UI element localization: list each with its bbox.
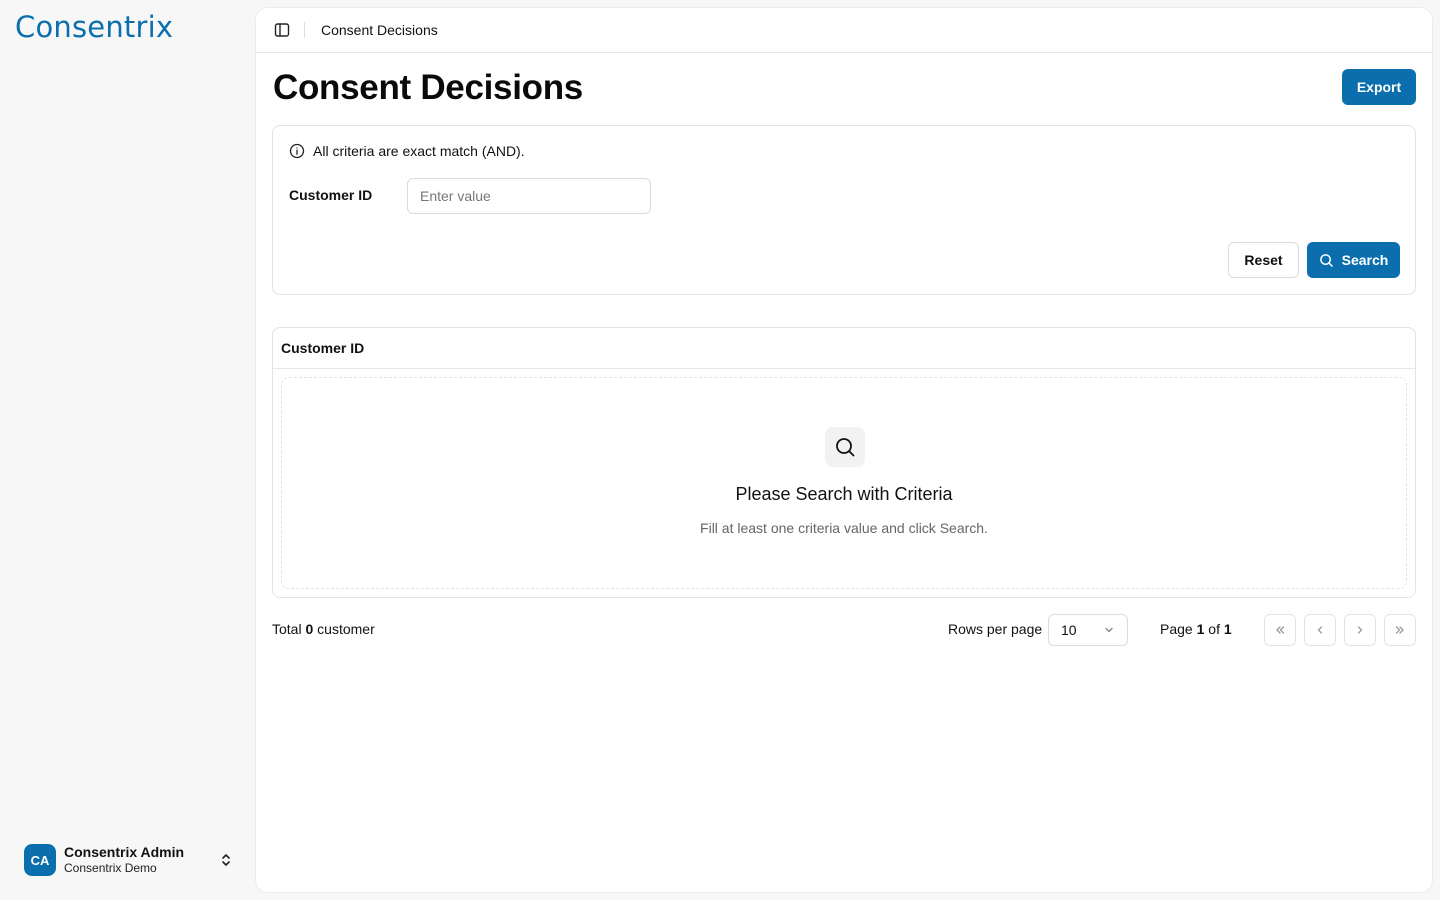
criteria-info-text: All criteria are exact match (AND). — [313, 143, 525, 159]
column-header-customer-id[interactable]: Customer ID — [273, 328, 1415, 369]
reset-button[interactable]: Reset — [1228, 242, 1299, 278]
customer-id-label: Customer ID — [289, 187, 373, 203]
chevron-right-icon — [1357, 626, 1363, 634]
topbar-divider — [304, 22, 305, 38]
next-page-button[interactable] — [1344, 614, 1376, 646]
criteria-info: All criteria are exact match (AND). — [289, 143, 525, 159]
chevrons-left-icon — [1276, 626, 1285, 634]
user-info: Consentrix Admin Consentrix Demo — [64, 844, 184, 875]
topbar: Consent Decisions — [256, 8, 1432, 53]
customer-id-input[interactable] — [407, 178, 651, 214]
page-of: of — [1208, 621, 1220, 637]
page-indicator: Page 1 of 1 — [1160, 621, 1232, 637]
page-title: Consent Decisions — [273, 68, 583, 107]
chevrons-up-down-icon — [222, 854, 230, 866]
first-page-button[interactable] — [1264, 614, 1296, 646]
empty-state-title: Please Search with Criteria — [735, 484, 953, 504]
last-page-button[interactable] — [1384, 614, 1416, 646]
total-value: 0 — [305, 621, 314, 637]
previous-page-button[interactable] — [1304, 614, 1336, 646]
main-panel: Consent Decisions Consent Decisions Expo… — [256, 8, 1432, 892]
criteria-card: All criteria are exact match (AND). Cust… — [272, 125, 1416, 295]
total-prefix: Total — [272, 621, 302, 637]
search-icon — [1319, 253, 1333, 267]
rows-per-page-value: 10 — [1061, 622, 1077, 638]
avatar: CA — [24, 844, 56, 876]
search-button[interactable]: Search — [1307, 242, 1400, 278]
sidebar-toggle-icon[interactable] — [274, 22, 290, 38]
user-org: Consentrix Demo — [64, 861, 157, 876]
empty-state-icon-box — [825, 427, 865, 467]
sidebar: Consentrix CA Consentrix Admin Consentri… — [0, 0, 256, 900]
chevrons-right-icon — [1395, 626, 1404, 634]
rows-per-page-select[interactable]: 10 — [1048, 614, 1128, 646]
search-icon — [836, 438, 855, 457]
empty-state: Please Search with Criteria Fill at leas… — [281, 377, 1407, 589]
chevron-down-icon — [1105, 627, 1113, 633]
results-table: Customer ID Please Search with Criteria … — [272, 327, 1416, 598]
info-circle-icon — [289, 143, 305, 159]
page-current: 1 — [1196, 621, 1205, 637]
page-prefix: Page — [1160, 621, 1193, 637]
empty-state-description: Fill at least one criteria value and cli… — [700, 520, 988, 536]
total-suffix: customer — [317, 621, 375, 637]
brand-logo[interactable]: Consentrix — [15, 10, 173, 44]
user-menu[interactable]: CA Consentrix Admin Consentrix Demo — [24, 842, 240, 878]
total-count: Total 0 customer — [272, 621, 375, 637]
user-name: Consentrix Admin — [64, 844, 185, 861]
rows-per-page-label: Rows per page — [948, 621, 1043, 637]
page-total: 1 — [1223, 621, 1232, 637]
chevron-left-icon — [1317, 626, 1323, 634]
search-button-label: Search — [1341, 252, 1389, 268]
export-button[interactable]: Export — [1342, 69, 1416, 105]
breadcrumb: Consent Decisions — [321, 22, 438, 38]
